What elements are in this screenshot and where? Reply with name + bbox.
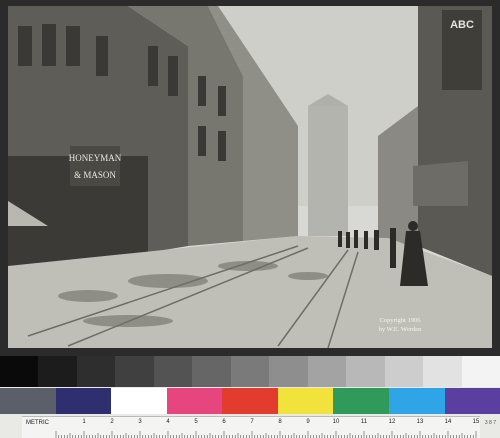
gray-swatch [385,356,423,387]
store-sign [70,146,120,186]
ruler-number: 11 [361,419,367,425]
gray-scale-strip [0,356,500,387]
gray-swatch [423,356,461,387]
gray-swatch [0,356,38,387]
ruler-number: 14 [445,419,452,425]
photo-scene: HONEYMAN & MASON ABC [8,6,492,348]
street-photograph: HONEYMAN & MASON ABC [8,6,492,348]
gray-swatch [192,356,230,387]
metric-ruler: METRIC 123456789101112131415 [22,416,480,438]
color-swatch [333,388,389,414]
ruler-number: 1 [82,419,85,425]
ruler-label: METRIC [26,420,49,426]
billboard-sign-text: ABC [450,19,474,31]
color-swatch [222,388,278,414]
color-swatch [167,388,223,414]
ruler-number: 5 [194,419,197,425]
ruler-number: 12 [389,419,396,425]
ruler-number: 3 [138,419,141,425]
color-swatch [111,388,167,414]
color-swatch [389,388,445,414]
gray-swatch [269,356,307,387]
gray-swatch [154,356,192,387]
ruler-number: 10 [333,419,340,425]
gray-swatch [308,356,346,387]
ruler-number: 6 [222,419,225,425]
ruler-number: 8 [278,419,281,425]
gray-swatch [231,356,269,387]
ruler-number: 9 [306,419,309,425]
store-sign-text-1: HONEYMAN [69,153,122,163]
store-sign-text-2: & MASON [74,170,116,180]
gray-swatch [115,356,153,387]
color-swatch [445,388,500,414]
ruler-number: 2 [110,419,113,425]
gray-swatch [462,356,500,387]
gray-swatch [346,356,384,387]
copyright-line-2: by W.E. Worden [379,326,422,333]
ruler-number: 15 [473,419,480,425]
ruler-number: 7 [250,419,253,425]
gray-swatch [77,356,115,387]
copyright-line-1: Copyright 1906 [380,317,422,324]
gray-swatch [38,356,76,387]
color-swatch [56,388,112,414]
corner-mark: 3 8 7 [485,420,496,426]
color-swatch [278,388,334,414]
photo-mount: HONEYMAN & MASON ABC [0,0,500,356]
color-calibration-strip [0,388,500,414]
color-swatch [0,388,56,414]
distant-tower [308,106,348,236]
ruler-number: 4 [166,419,169,425]
ruler-number: 13 [417,419,424,425]
